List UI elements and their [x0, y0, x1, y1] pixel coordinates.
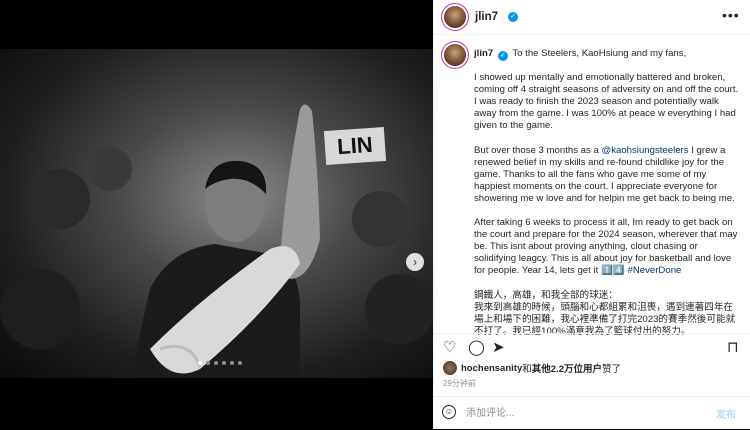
likes-connector: 和 — [522, 364, 532, 375]
caption-chinese: 鋼鐵人，高雄，和我全部的球迷： 我來到高雄的時候，頭腦和心都組累和沮喪，遇到連著… — [474, 289, 736, 337]
comment-input[interactable] — [466, 405, 686, 421]
action-bar: ♡ ◯ ➤ ⊓ — [434, 333, 750, 358]
post-timestamp[interactable]: 29分钟前 — [443, 378, 476, 389]
photo-illustration — [0, 104, 433, 378]
media-area: LIN › — [0, 0, 433, 429]
header-username[interactable]: jlin7 — [475, 11, 498, 23]
verified-badge-icon: ✓ — [508, 12, 518, 22]
likes-others[interactable]: 其他2.2万位用户 — [532, 361, 602, 375]
next-arrow-icon[interactable]: › — [406, 253, 424, 271]
carousel-dot — [214, 361, 218, 365]
post-dialog: LIN › jlin7 ✓ ••• jlin7 ✓ To the Steeler… — [0, 0, 750, 429]
save-bookmark-icon[interactable]: ⊓ — [727, 340, 739, 355]
caption-paragraph-3: After taking 6 weeks to process it all, … — [474, 217, 738, 277]
carousel-dot — [230, 361, 234, 365]
comment-box: ☺ 发布 — [434, 396, 750, 430]
likes-suffix: 赞了 — [601, 364, 621, 375]
post-header: jlin7 ✓ ••• — [434, 0, 750, 35]
caption-paragraph-2a: But over those 3 months as a — [474, 144, 602, 156]
avatar[interactable] — [444, 6, 466, 28]
carousel-dot — [222, 361, 226, 365]
share-send-icon[interactable]: ➤ — [492, 340, 505, 355]
carousel-dot — [206, 361, 210, 365]
caption-avatar[interactable] — [444, 44, 466, 66]
liker-avatar[interactable] — [443, 361, 457, 375]
carousel-dots — [198, 361, 242, 365]
caption-greeting: To the Steelers, KaoHsiung and my fans, — [512, 48, 687, 59]
carousel-dot — [198, 361, 202, 365]
more-options-icon[interactable]: ••• — [722, 7, 740, 23]
caption-verified-icon: ✓ — [497, 51, 508, 61]
post-photo[interactable]: LIN › — [0, 49, 433, 378]
post-comment-button[interactable]: 发布 — [716, 406, 736, 421]
lin-sign: LIN — [323, 126, 387, 166]
likes-line: hochensanity 和 其他2.2万位用户 赞了 — [443, 361, 621, 375]
emoji-icon[interactable]: ☺ — [442, 405, 456, 419]
caption-paragraph-1: I showed up mentally and emotionally bat… — [474, 72, 739, 132]
like-heart-icon[interactable]: ♡ — [443, 340, 456, 355]
caption-text: jlin7 ✓ To the Steelers, KaoHsiung and m… — [474, 48, 742, 350]
post-side-panel: jlin7 ✓ ••• jlin7 ✓ To the Steelers, Kao… — [433, 0, 750, 429]
hashtag-link[interactable]: #NeverDone — [628, 265, 682, 276]
caption-area: jlin7 ✓ To the Steelers, KaoHsiung and m… — [434, 34, 750, 350]
mention-link[interactable]: @kaohsiungsteelers — [601, 145, 688, 156]
comment-bubble-icon[interactable]: ◯ — [468, 340, 485, 355]
caption-username[interactable]: jlin7 — [474, 48, 493, 59]
carousel-dot — [238, 361, 242, 365]
liker-username[interactable]: hochensanity — [461, 363, 522, 374]
